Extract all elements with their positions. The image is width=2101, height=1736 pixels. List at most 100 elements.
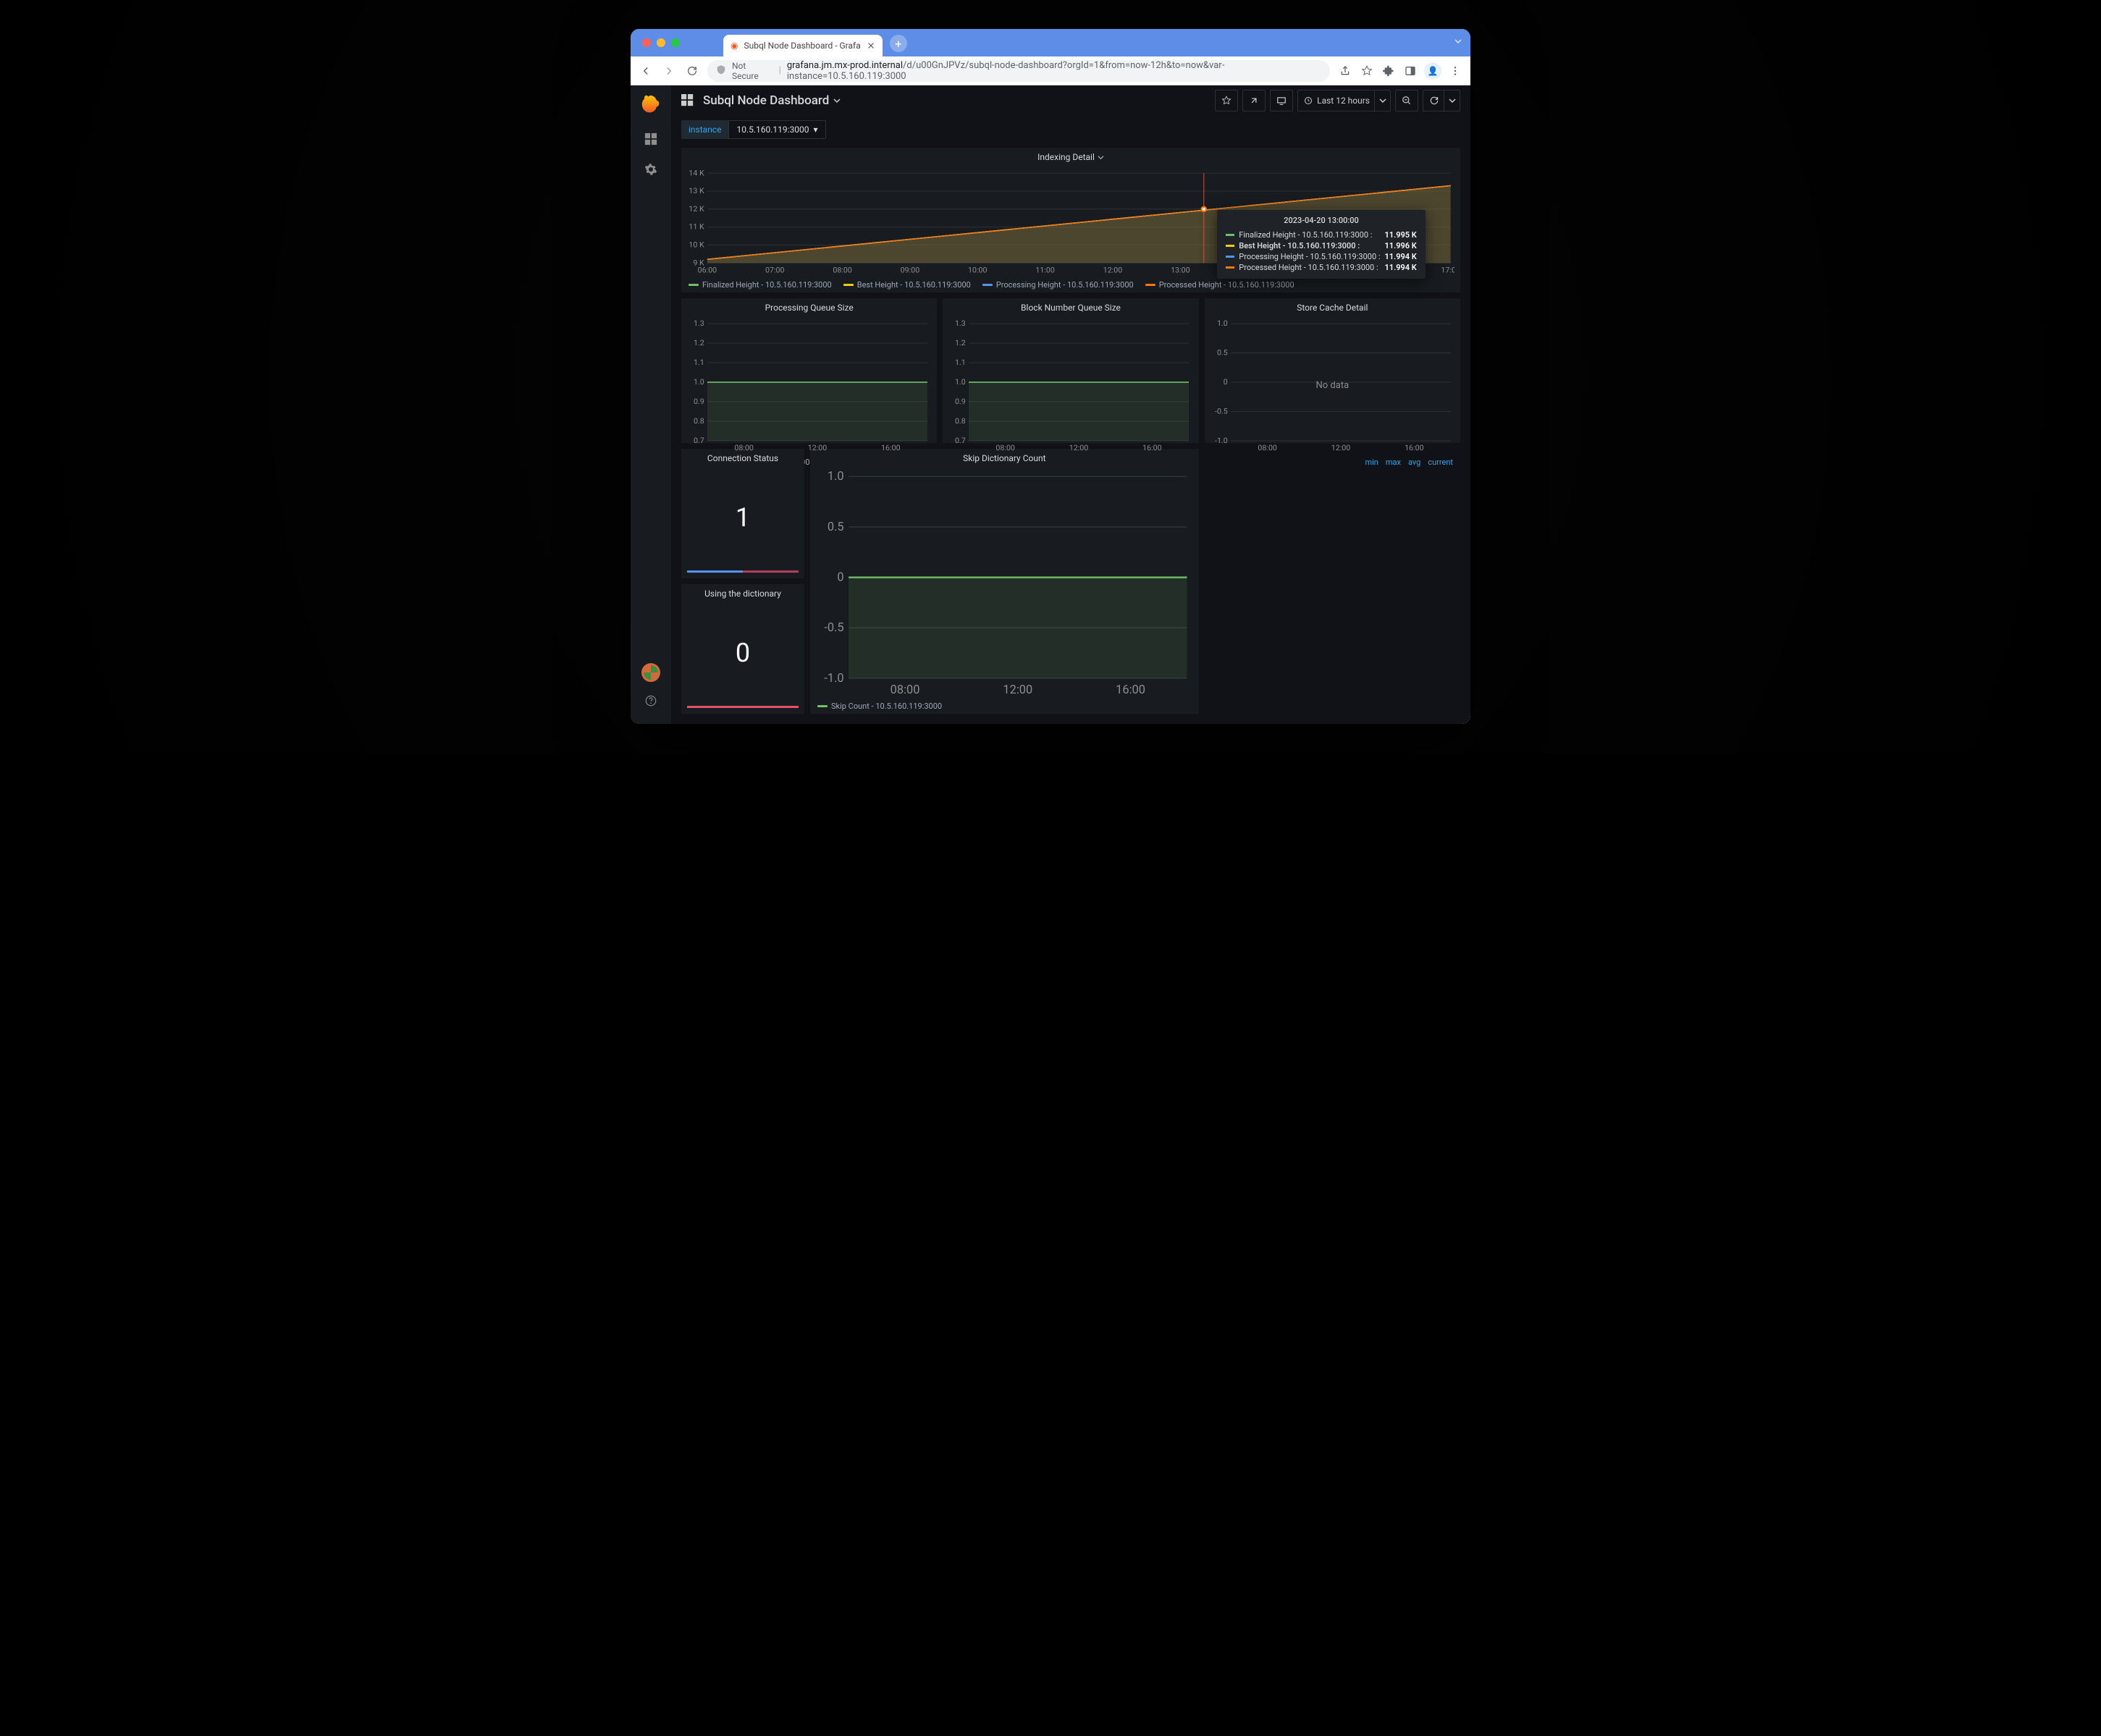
chart-area[interactable]: 0.70.80.91.01.11.21.308:0012:0016:00	[681, 317, 937, 455]
profile-avatar[interactable]: 👤	[1424, 62, 1441, 80]
title-bar: ◉ Subql Node Dashboard - Grafa +	[631, 29, 1470, 56]
svg-text:0.8: 0.8	[694, 416, 704, 426]
time-range-label: Last 12 hours	[1317, 96, 1370, 106]
panel-title: Block Number Queue Size	[1021, 303, 1121, 313]
panel-block-queue: Block Number Queue Size 0.70.80.91.01.11…	[943, 298, 1198, 443]
panel-title: Using the dictionary	[704, 589, 781, 599]
chart-area[interactable]: 0.70.80.91.01.11.21.308:0012:0016:00	[943, 317, 1198, 455]
chart-tooltip: 2023-04-20 13:00:00Finalized Height - 10…	[1217, 210, 1426, 279]
chart-legend: Skip Count - 10.5.160.119:3000	[810, 699, 1199, 714]
svg-text:10:00: 10:00	[968, 266, 988, 274]
stat-value: 1	[681, 468, 804, 568]
caret-down-icon: ▾	[814, 125, 818, 135]
svg-text:13:00: 13:00	[1171, 266, 1190, 274]
svg-text:1.0: 1.0	[828, 471, 844, 484]
address-bar: Not Secure | grafana.jm.mx-prod.internal…	[631, 56, 1470, 85]
legend-stat[interactable]: max	[1386, 458, 1401, 467]
svg-text:12:00: 12:00	[808, 443, 828, 452]
extensions-icon[interactable]	[1381, 63, 1397, 79]
gear-icon[interactable]	[642, 161, 660, 178]
svg-text:12:00: 12:00	[1003, 683, 1032, 696]
svg-text:11:00: 11:00	[1035, 266, 1055, 274]
chevron-down-icon	[833, 97, 841, 104]
svg-text:12 K: 12 K	[689, 204, 704, 214]
panel-grid: Indexing Detail 9 K10 K11 K12 K13 K14 K0…	[671, 143, 1470, 724]
svg-text:13 K: 13 K	[689, 186, 704, 195]
svg-text:0.9: 0.9	[955, 397, 966, 406]
panel-skip-dictionary: Skip Dictionary Count -1.0-0.500.51.008:…	[810, 449, 1199, 715]
share-dashboard-button[interactable]	[1242, 90, 1266, 111]
svg-text:0: 0	[837, 570, 843, 584]
legend-item[interactable]: Processed Height - 10.5.160.119:3000	[1145, 280, 1294, 290]
url-field[interactable]: Not Secure | grafana.jm.mx-prod.internal…	[707, 60, 1330, 82]
stat-sparkline	[687, 570, 799, 573]
panel-indexing-detail: Indexing Detail 9 K10 K11 K12 K13 K14 K0…	[681, 148, 1460, 292]
legend-stat[interactable]: min	[1365, 458, 1378, 467]
chevron-down-icon	[1098, 154, 1104, 161]
grafana-favicon: ◉	[730, 41, 738, 51]
svg-text:0.7: 0.7	[694, 436, 704, 445]
chart-area-indexing[interactable]: 9 K10 K11 K12 K13 K14 K06:0007:0008:0009…	[681, 167, 1460, 277]
dashboard-title[interactable]: Subql Node Dashboard	[703, 93, 841, 108]
panel-title: Processing Queue Size	[765, 303, 854, 313]
grafana-logo-icon[interactable]	[641, 94, 661, 117]
svg-text:14 K: 14 K	[689, 169, 704, 177]
legend-item[interactable]: Best Height - 10.5.160.119:3000	[843, 280, 971, 290]
svg-text:0.8: 0.8	[955, 416, 966, 426]
tab-title: Subql Node Dashboard - Grafa	[744, 41, 860, 51]
svg-text:1.3: 1.3	[694, 320, 704, 328]
legend-item[interactable]: Skip Count - 10.5.160.119:3000	[817, 701, 942, 711]
svg-text:08:00: 08:00	[833, 266, 852, 274]
stat-value: 0	[681, 603, 804, 703]
chart-area[interactable]: -1.0-0.500.51.008:0012:0016:00 No data	[1205, 317, 1460, 455]
legend-stat[interactable]: avg	[1408, 458, 1420, 467]
svg-text:16:00: 16:00	[881, 443, 901, 452]
panel-title-indexing[interactable]: Indexing Detail	[681, 148, 1460, 167]
forward-button[interactable]	[661, 63, 677, 79]
side-panel-icon[interactable]	[1402, 63, 1418, 79]
reload-button[interactable]	[684, 63, 700, 79]
bookmark-star-icon[interactable]	[1359, 63, 1375, 79]
browser-tab[interactable]: ◉ Subql Node Dashboard - Grafa	[723, 35, 883, 56]
back-button[interactable]	[638, 63, 654, 79]
variable-select[interactable]: 10.5.160.119:3000 ▾	[728, 120, 825, 139]
stat-sparkline	[687, 706, 799, 708]
not-secure-label: Not Secure	[732, 61, 773, 81]
legend-item[interactable]: Finalized Height - 10.5.160.119:3000	[689, 280, 832, 290]
time-range-picker[interactable]: Last 12 hours	[1297, 90, 1391, 111]
legend-stat[interactable]: current	[1428, 458, 1453, 467]
panel-using-dictionary: Using the dictionary 0	[681, 584, 804, 714]
refresh-button[interactable]	[1423, 90, 1460, 111]
url-host: grafana.jm.mx-prod.internal	[787, 60, 903, 71]
svg-text:1.1: 1.1	[955, 358, 966, 367]
close-tab-icon[interactable]	[867, 41, 875, 50]
svg-text:0.5: 0.5	[828, 520, 844, 534]
panel-store-cache: Store Cache Detail -1.0-0.500.51.008:001…	[1205, 298, 1460, 443]
svg-text:11 K: 11 K	[689, 222, 704, 232]
not-secure-icon	[716, 64, 726, 77]
tabs-menu-icon[interactable]	[1453, 36, 1463, 49]
share-icon[interactable]	[1337, 63, 1353, 79]
svg-text:09:00: 09:00	[901, 266, 920, 274]
chart-legend-indexing: Finalized Height - 10.5.160.119:3000 Best…	[681, 277, 1460, 292]
zoom-out-button[interactable]	[1395, 90, 1418, 111]
new-tab-button[interactable]: +	[890, 35, 907, 52]
help-icon[interactable]	[642, 692, 660, 709]
star-dashboard-button[interactable]	[1215, 90, 1238, 111]
svg-text:17:00: 17:00	[1441, 266, 1454, 274]
svg-text:0.7: 0.7	[955, 436, 966, 445]
refresh-icon	[1429, 96, 1439, 106]
chart-area[interactable]: -1.0-0.500.51.008:0012:0016:00	[810, 468, 1199, 699]
chrome-menu-icon[interactable]	[1447, 63, 1463, 79]
dashboard-list-icon[interactable]	[681, 94, 694, 107]
browser-window: ◉ Subql Node Dashboard - Grafa + Not Sec…	[631, 29, 1470, 724]
user-avatar[interactable]	[641, 663, 660, 682]
close-window-button[interactable]	[642, 38, 651, 47]
no-data-label: No data	[1205, 317, 1460, 455]
maximize-window-button[interactable]	[671, 38, 680, 47]
svg-text:-1.0: -1.0	[824, 671, 843, 685]
dashboards-icon[interactable]	[642, 130, 660, 148]
legend-item[interactable]: Processing Height - 10.5.160.119:3000	[982, 280, 1134, 290]
tv-mode-button[interactable]	[1270, 90, 1293, 111]
minimize-window-button[interactable]	[657, 38, 665, 47]
